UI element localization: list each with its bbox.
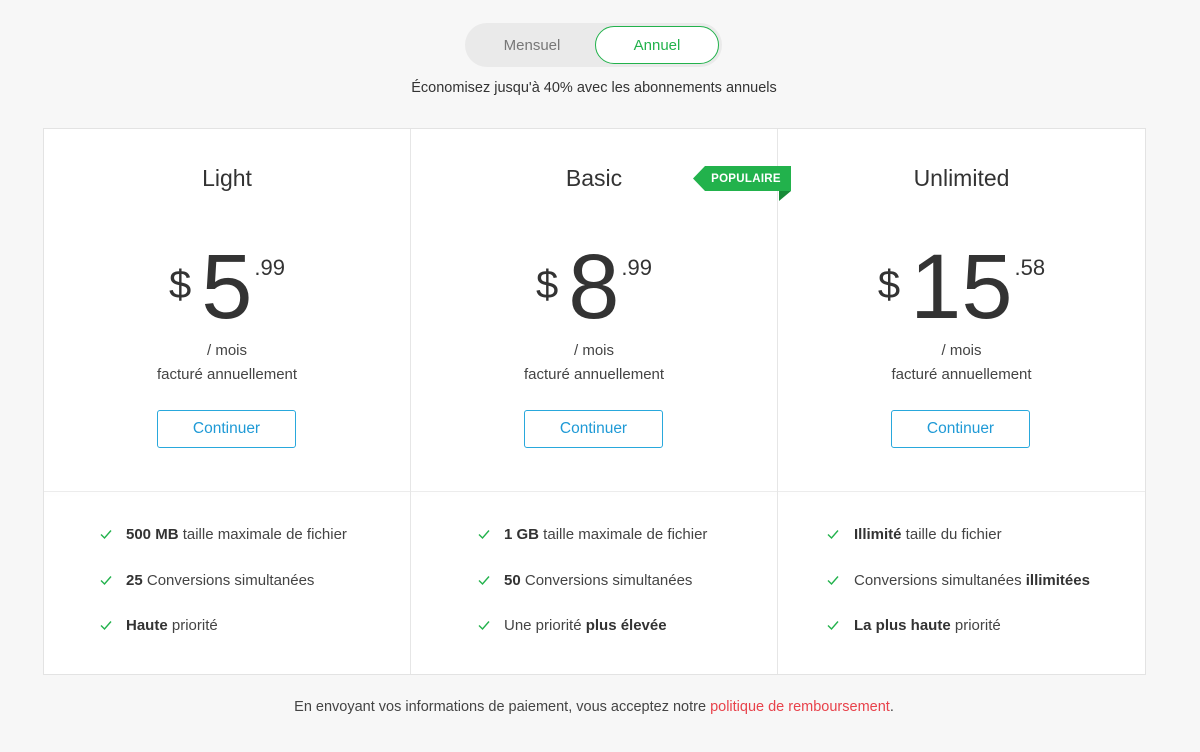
feature-list: Illimité taille du fichier Conversions s… — [778, 526, 1145, 663]
check-icon — [827, 575, 839, 585]
plan-name: Unlimited — [913, 165, 1010, 191]
price-decimal: .99 — [254, 255, 285, 280]
feature-item: Haute priorité — [44, 617, 410, 663]
feature-item: Conversions simultanées illimitées — [778, 572, 1145, 618]
check-icon — [100, 530, 112, 540]
continue-button[interactable]: Continuer — [891, 410, 1030, 448]
billing-note: facturé annuellement — [891, 366, 1032, 383]
check-icon — [100, 575, 112, 585]
refund-notice: En envoyant vos informations de paiement… — [0, 699, 1188, 715]
billing-note: facturé annuellement — [523, 366, 665, 383]
price-period: / mois — [206, 342, 247, 359]
feature-list: 500 MB taille maximale de fichier 25 Con… — [44, 526, 410, 663]
divider — [778, 491, 1145, 492]
check-icon — [827, 621, 839, 631]
plan-light: Light $ 5 .99 / mois facturé annuellemen… — [44, 129, 411, 674]
billing-toggle[interactable]: Mensuel Annuel — [465, 23, 722, 67]
refund-notice-text: En envoyant vos informations de paiement… — [294, 699, 711, 715]
plan-price: $ 5 .99 — [44, 241, 410, 333]
check-icon — [478, 621, 490, 631]
price-integer: 15 — [910, 236, 1013, 338]
toggle-annual[interactable]: Annuel — [595, 26, 719, 64]
plan-basic: Basic POPULAIRE $ 8 .99 / mois facturé a… — [411, 129, 791, 674]
billing-note: facturé annuellement — [156, 366, 298, 383]
feature-item: 50 Conversions simultanées — [411, 572, 777, 618]
feature-list: 1 GB taille maximale de fichier 50 Conve… — [411, 526, 777, 663]
plan-name: Light — [202, 165, 252, 191]
price-currency: $ — [877, 263, 901, 307]
popular-badge-label: POPULAIRE — [693, 166, 791, 191]
feature-item: 25 Conversions simultanées — [44, 572, 410, 618]
continue-button[interactable]: Continuer — [157, 410, 296, 448]
feature-item: Illimité taille du fichier — [778, 526, 1145, 572]
check-icon — [827, 530, 839, 540]
plan-price: $ 15 .58 — [778, 241, 1145, 333]
refund-notice-end: . — [889, 699, 894, 715]
feature-item: La plus haute priorité — [778, 617, 1145, 663]
toggle-monthly[interactable]: Mensuel — [469, 26, 595, 64]
check-icon — [478, 575, 490, 585]
price-period: / mois — [573, 342, 614, 359]
savings-note: Économisez jusqu'à 40% avec les abonneme… — [411, 80, 777, 96]
plan-unlimited: Unlimited $ 15 .58 / mois facturé annuel… — [778, 129, 1145, 674]
popular-badge: POPULAIRE — [693, 166, 791, 201]
price-period: / mois — [941, 342, 982, 359]
divider — [44, 491, 410, 492]
feature-item: 500 MB taille maximale de fichier — [44, 526, 410, 572]
price-integer: 8 — [568, 236, 620, 338]
check-icon — [478, 530, 490, 540]
price-currency: $ — [535, 263, 559, 307]
price-currency: $ — [168, 263, 192, 307]
continue-button[interactable]: Continuer — [524, 410, 663, 448]
refund-policy-link[interactable]: politique de remboursement — [710, 699, 890, 715]
price-decimal: .99 — [621, 255, 652, 280]
feature-item: Une priorité plus élevée — [411, 617, 777, 663]
plans-table: Light $ 5 .99 / mois facturé annuellemen… — [43, 128, 1146, 675]
divider — [411, 491, 777, 492]
price-decimal: .58 — [1014, 255, 1046, 280]
price-integer: 5 — [201, 236, 253, 338]
plan-price: $ 8 .99 — [411, 241, 777, 333]
check-icon — [100, 621, 112, 631]
feature-item: 1 GB taille maximale de fichier — [411, 526, 777, 572]
